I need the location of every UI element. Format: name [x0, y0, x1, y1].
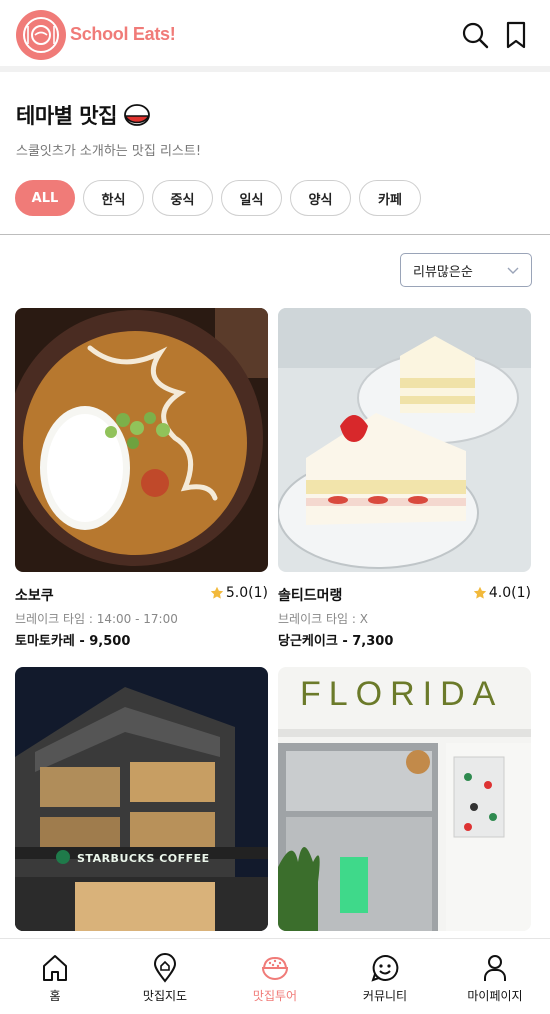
rice-ball-icon	[124, 104, 150, 126]
storefront-sign: FLORIDA	[300, 675, 504, 713]
signature-menu: 토마토카레 - 9,500	[15, 634, 131, 649]
break-time: 브레이크 타임 : 14:00 - 17:00	[15, 612, 178, 626]
chip-korean[interactable]: 한식	[83, 180, 144, 216]
page-subtitle: 스쿨잇츠가 소개하는 맛집 리스트!	[16, 144, 202, 159]
restaurant-photo[interactable]: STARBUCKS COFFEE	[15, 667, 268, 931]
restaurant-card[interactable]: STARBUCKS COFFEE	[15, 667, 268, 931]
restaurant-photo[interactable]: FLORIDA	[278, 667, 531, 931]
nav-mypage[interactable]: 마이페이지	[440, 939, 550, 1014]
rating-value: 5.0(1)	[225, 585, 268, 601]
bottom-navigation: 홈 맛집지도 맛집투어 커뮤니티 마이페이지	[0, 938, 550, 1014]
restaurant-photo[interactable]	[15, 308, 268, 572]
logo-icon[interactable]	[16, 10, 66, 60]
map-pin-icon	[153, 953, 177, 983]
signature-menu: 당근케이크 - 7,300	[278, 634, 394, 649]
nav-label: 마이페이지	[467, 989, 523, 1003]
sort-select[interactable]: 리뷰많은순	[400, 253, 532, 287]
brand-name[interactable]: School Eats!	[70, 24, 176, 45]
chip-all[interactable]: ALL	[15, 180, 75, 216]
star-icon	[473, 586, 487, 599]
restaurant-card[interactable]: FLORIDA	[278, 667, 531, 931]
restaurant-name: 솔티드머랭	[278, 588, 343, 604]
chip-japanese[interactable]: 일식	[221, 180, 282, 216]
page-title-text: 테마별 맛집	[16, 104, 117, 128]
nav-label: 맛집지도	[142, 989, 188, 1003]
bookmark-icon[interactable]	[501, 20, 531, 50]
home-icon	[43, 955, 67, 981]
chip-western[interactable]: 양식	[290, 180, 351, 216]
chip-cafe[interactable]: 카페	[359, 180, 421, 216]
nav-map[interactable]: 맛집지도	[110, 939, 220, 1014]
rating-value: 4.0(1)	[488, 585, 531, 601]
nav-label: 맛집투어	[252, 989, 298, 1003]
nav-community[interactable]: 커뮤니티	[330, 939, 440, 1014]
chip-chinese[interactable]: 중식	[152, 180, 213, 216]
nav-label: 홈	[49, 989, 61, 1003]
smile-icon	[371, 954, 399, 982]
category-filter: ALL 한식 중식 일식 양식 카페	[15, 180, 421, 216]
page-title: 테마별 맛집	[16, 100, 151, 130]
break-time: 브레이크 타임 : X	[278, 612, 368, 626]
restaurant-photo[interactable]	[278, 308, 531, 572]
section-divider	[0, 234, 550, 235]
restaurant-rating: 4.0(1)	[473, 585, 531, 601]
rice-bowl-icon	[261, 956, 289, 980]
chevron-down-icon	[507, 267, 519, 274]
star-icon	[210, 586, 224, 599]
sort-selected-value: 리뷰많은순	[413, 264, 473, 280]
app-header: School Eats!	[0, 0, 550, 72]
restaurant-name: 소보쿠	[15, 588, 54, 604]
search-icon[interactable]	[460, 20, 490, 50]
restaurant-rating: 5.0(1)	[210, 585, 268, 601]
restaurant-card[interactable]: 소보쿠 5.0(1) 브레이크 타임 : 14:00 - 17:00 토마토카레…	[15, 308, 268, 649]
nav-label: 커뮤니티	[362, 989, 408, 1003]
nav-food-tour[interactable]: 맛집투어	[220, 939, 330, 1014]
storefront-sign: STARBUCKS COFFEE	[77, 852, 210, 865]
restaurant-card[interactable]: 솔티드머랭 4.0(1) 브레이크 타임 : X 당근케이크 - 7,300	[278, 308, 531, 649]
user-icon	[484, 955, 506, 981]
nav-home[interactable]: 홈	[0, 939, 110, 1014]
